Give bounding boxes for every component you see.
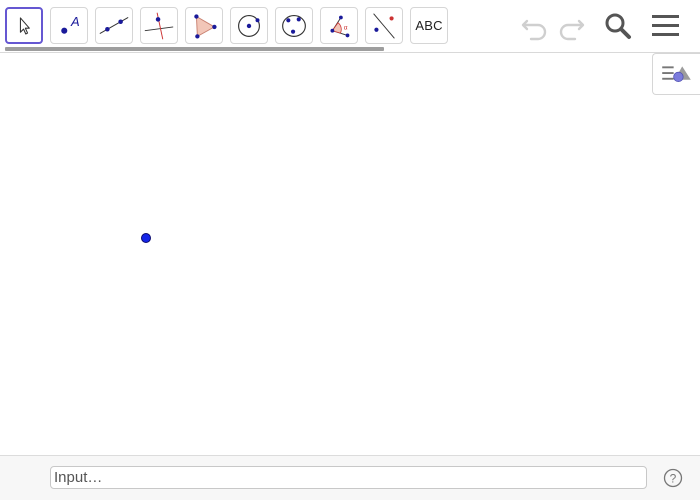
- algebra-input-bar: ?: [0, 455, 700, 500]
- input-help-button[interactable]: ?: [663, 468, 683, 488]
- circle-tool-button[interactable]: [230, 7, 268, 44]
- search-icon: [605, 13, 631, 39]
- angle-icon: α: [330, 15, 350, 38]
- undo-icon: [521, 19, 547, 41]
- polygon-icon: [194, 14, 217, 39]
- help-question-icon: ?: [663, 468, 683, 488]
- point-tool-button[interactable]: A: [50, 7, 88, 44]
- graphics-style-bar-icon: [662, 66, 691, 82]
- text-tool-label: ABC: [415, 18, 443, 33]
- perpendicular-line-icon: [144, 12, 174, 40]
- circle-through-points-icon: [282, 15, 306, 37]
- undo-button[interactable]: [518, 10, 552, 42]
- polygon-tool-button[interactable]: [185, 7, 223, 44]
- redo-icon: [559, 19, 585, 41]
- text-tool-button[interactable]: ABC: [410, 7, 448, 44]
- toolbar-scrollbar[interactable]: [5, 47, 384, 51]
- point-a[interactable]: [141, 233, 151, 243]
- reflect-tool-button[interactable]: [365, 7, 403, 44]
- move-tool-button[interactable]: [5, 7, 43, 44]
- toolbar: A α ABC: [0, 0, 700, 52]
- line-tool-button[interactable]: [95, 7, 133, 44]
- main-menu-button[interactable]: [649, 10, 683, 42]
- point-icon: [61, 27, 68, 34]
- reflect-about-line-icon: [373, 13, 395, 39]
- search-button[interactable]: [601, 10, 635, 42]
- style-bar-toggle-button[interactable]: [652, 53, 700, 95]
- svg-text:α: α: [344, 25, 348, 32]
- angle-tool-button[interactable]: α: [320, 7, 358, 44]
- graphics-view[interactable]: [0, 53, 700, 455]
- svg-text:?: ?: [670, 472, 677, 486]
- redo-button[interactable]: [554, 10, 588, 42]
- line-through-two-points-icon: [99, 17, 129, 34]
- perpendicular-line-tool-button[interactable]: [140, 7, 178, 44]
- hamburger-menu-icon: [652, 15, 679, 36]
- circle-with-center-icon: [238, 15, 260, 37]
- algebra-input-field[interactable]: [50, 466, 647, 489]
- cursor-arrow-icon: [19, 17, 30, 35]
- conic-tool-button[interactable]: [275, 7, 313, 44]
- point-tool-letter: A: [71, 14, 80, 29]
